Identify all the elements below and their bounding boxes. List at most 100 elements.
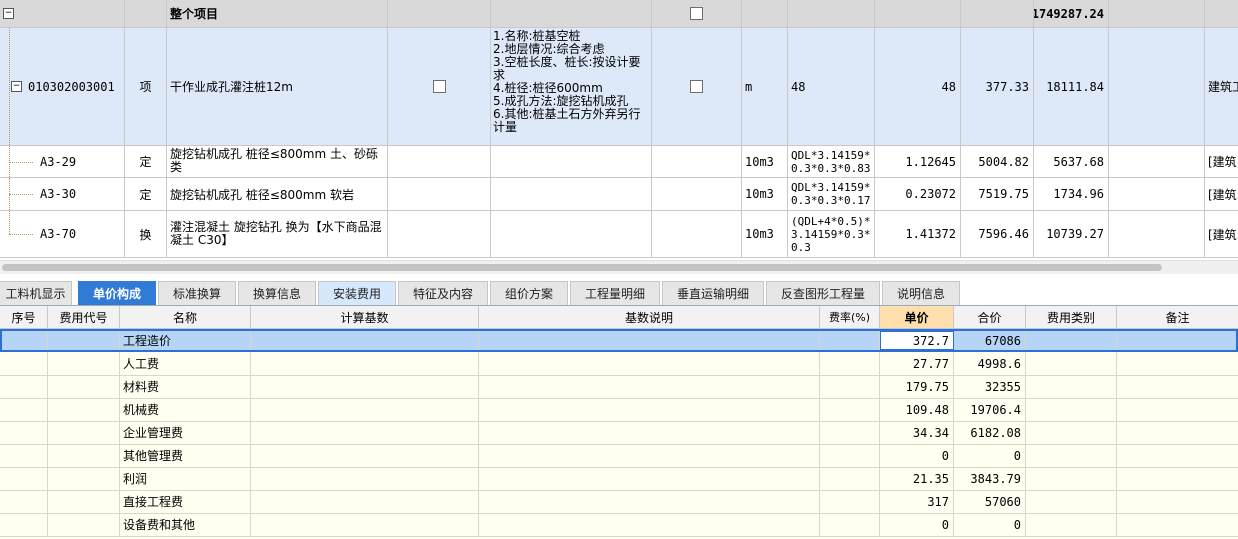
cost-row[interactable]: 直接工程费 317 57060 [0, 490, 1238, 514]
cost-name[interactable]: 直接工程费 [120, 490, 251, 513]
col-header-total[interactable]: 合价 [954, 306, 1026, 328]
cost-row[interactable]: 材料费 179.75 32355 [0, 375, 1238, 399]
empty-cell [1026, 490, 1117, 513]
empty-cell [1026, 421, 1117, 444]
empty-cell [820, 398, 880, 421]
tab-pricing-scheme[interactable]: 组价方案 [490, 281, 568, 305]
cost-row[interactable]: 其他管理费 0 0 [0, 444, 1238, 468]
col-header-name[interactable]: 名称 [120, 306, 251, 328]
checkbox[interactable] [432, 80, 446, 93]
detail-tab-bar: 工料机显示 单价构成 标准换算 换算信息 安装费用 特征及内容 组价方案 工程量… [0, 279, 1238, 306]
cost-name[interactable]: 人工费 [120, 352, 251, 375]
cost-total[interactable]: 57060 [954, 490, 1026, 513]
cost-row[interactable]: 工程造价 372.7 67086 [0, 329, 1238, 352]
col-header-remark[interactable]: 备注 [1117, 306, 1238, 328]
empty-cell [1117, 331, 1238, 350]
tab-reverse-graphic-quantity[interactable]: 反查图形工程量 [766, 281, 880, 305]
item-features[interactable]: 1.名称:桩基空桩 2.地层情况:综合考虑 3.空桩长度、桩长:按设计要 求 4… [491, 28, 652, 145]
cost-price[interactable]: 372.7 [880, 331, 954, 350]
checkbox[interactable] [690, 7, 703, 20]
empty-cell [1117, 444, 1238, 467]
item-quantity-expr[interactable]: 48 [788, 28, 875, 145]
cost-name[interactable]: 设备费和其他 [120, 513, 251, 536]
empty-cell [251, 398, 479, 421]
cost-total[interactable]: 4998.6 [954, 352, 1026, 375]
cost-name[interactable]: 其他管理费 [120, 444, 251, 467]
empty-cell [1026, 398, 1117, 421]
cost-row[interactable]: 人工费 27.77 4998.6 [0, 352, 1238, 376]
col-header-index[interactable]: 序号 [0, 306, 48, 328]
empty-cell [251, 467, 479, 490]
tab-description[interactable]: 说明信息 [882, 281, 960, 305]
empty-cell [479, 331, 820, 350]
scrollbar-thumb[interactable] [2, 264, 1162, 271]
cost-price[interactable]: 0 [880, 444, 954, 467]
tab-standard-conversion[interactable]: 标准换算 [158, 281, 236, 305]
quota-row[interactable]: A3-29 定 旋挖钻机成孔 桩径≤800mm 土、砂砾类 10m3 QDL*3… [0, 146, 1238, 178]
cost-row[interactable]: 设备费和其他 0 0 [0, 513, 1238, 537]
cost-total[interactable]: 0 [954, 444, 1026, 467]
cost-price[interactable]: 109.48 [880, 398, 954, 421]
quota-quantity: 0.23072 [875, 178, 961, 210]
col-header-unit-price[interactable]: 单价 [880, 306, 954, 328]
col-header-code[interactable]: 费用代号 [48, 306, 120, 328]
cost-price[interactable]: 179.75 [880, 375, 954, 398]
empty-cell [251, 421, 479, 444]
cost-total[interactable]: 6182.08 [954, 421, 1026, 444]
cost-name[interactable]: 工程造价 [120, 331, 251, 350]
col-header-fee-category[interactable]: 费用类别 [1026, 306, 1117, 328]
col-header-base-desc[interactable]: 基数说明 [479, 306, 820, 328]
bill-item-row[interactable]: − 010302003001 项 干作业成孔灌注桩12m 1.名称:桩基空桩 2… [0, 28, 1238, 146]
quota-expr[interactable]: QDL*3.14159*0.3*0.3*0.17 [788, 178, 875, 210]
tab-conversion-info[interactable]: 换算信息 [238, 281, 316, 305]
quota-row[interactable]: A3-70 换 灌注混凝土 旋挖钻孔 换为【水下商品混凝土 C30】 10m3 … [0, 211, 1238, 258]
tab-unit-price-composition[interactable]: 单价构成 [78, 281, 156, 305]
cost-row[interactable]: 企业管理费 34.34 6182.08 [0, 421, 1238, 445]
quota-name[interactable]: 旋挖钻机成孔 桩径≤800mm 软岩 [167, 178, 388, 210]
empty-cell [479, 352, 820, 375]
empty-cell [0, 444, 48, 467]
collapse-icon[interactable]: − [11, 81, 22, 92]
collapse-icon[interactable]: − [3, 8, 14, 19]
checkbox[interactable] [690, 80, 703, 93]
quota-expr[interactable]: QDL*3.14159*0.3*0.3*0.83 [788, 146, 875, 177]
cost-price[interactable]: 21.35 [880, 467, 954, 490]
cost-row[interactable]: 机械费 109.48 19706.4 [0, 398, 1238, 422]
tab-quantity-detail[interactable]: 工程量明细 [570, 281, 660, 305]
tab-features-content[interactable]: 特征及内容 [398, 281, 488, 305]
empty-cell [1117, 467, 1238, 490]
cost-name[interactable]: 企业管理费 [120, 421, 251, 444]
cost-total[interactable]: 19706.4 [954, 398, 1026, 421]
cost-row[interactable]: 利润 21.35 3843.79 [0, 467, 1238, 491]
cost-total[interactable]: 67086 [954, 331, 1026, 350]
empty-cell [1117, 375, 1238, 398]
quota-name[interactable]: 灌注混凝土 旋挖钻孔 换为【水下商品混凝土 C30】 [167, 211, 388, 257]
cost-price[interactable]: 27.77 [880, 352, 954, 375]
empty-cell [251, 352, 479, 375]
cost-price[interactable]: 0 [880, 513, 954, 536]
quota-row[interactable]: A3-30 定 旋挖钻机成孔 桩径≤800mm 软岩 10m3 QDL*3.14… [0, 178, 1238, 211]
empty-cell [48, 398, 120, 421]
horizontal-scrollbar[interactable] [0, 260, 1238, 274]
cost-name[interactable]: 利润 [120, 467, 251, 490]
quota-name[interactable]: 旋挖钻机成孔 桩径≤800mm 土、砂砾类 [167, 146, 388, 177]
quota-total: 10739.27 [1034, 211, 1109, 257]
empty-cell [48, 352, 120, 375]
empty-cell [1026, 513, 1117, 536]
quota-total: 1734.96 [1034, 178, 1109, 210]
col-header-rate[interactable]: 费率(%) [820, 306, 880, 328]
cost-total[interactable]: 3843.79 [954, 467, 1026, 490]
tab-vertical-transport[interactable]: 垂直运输明细 [662, 281, 764, 305]
cost-price[interactable]: 317 [880, 490, 954, 513]
cost-name[interactable]: 材料费 [120, 375, 251, 398]
cost-total[interactable]: 0 [954, 513, 1026, 536]
tab-installation-fee[interactable]: 安装费用 [318, 281, 396, 305]
item-name[interactable]: 干作业成孔灌注桩12m [167, 28, 388, 145]
tab-material-machine[interactable]: 工料机显示 [0, 281, 72, 305]
cost-total[interactable]: 32355 [954, 375, 1026, 398]
quota-expr[interactable]: (QDL+4*0.5)*3.14159*0.3*0.3 [788, 211, 875, 257]
project-summary-row[interactable]: − 整个项目 1749287.24 [0, 0, 1238, 28]
cost-name[interactable]: 机械费 [120, 398, 251, 421]
col-header-base[interactable]: 计算基数 [251, 306, 479, 328]
cost-price[interactable]: 34.34 [880, 421, 954, 444]
